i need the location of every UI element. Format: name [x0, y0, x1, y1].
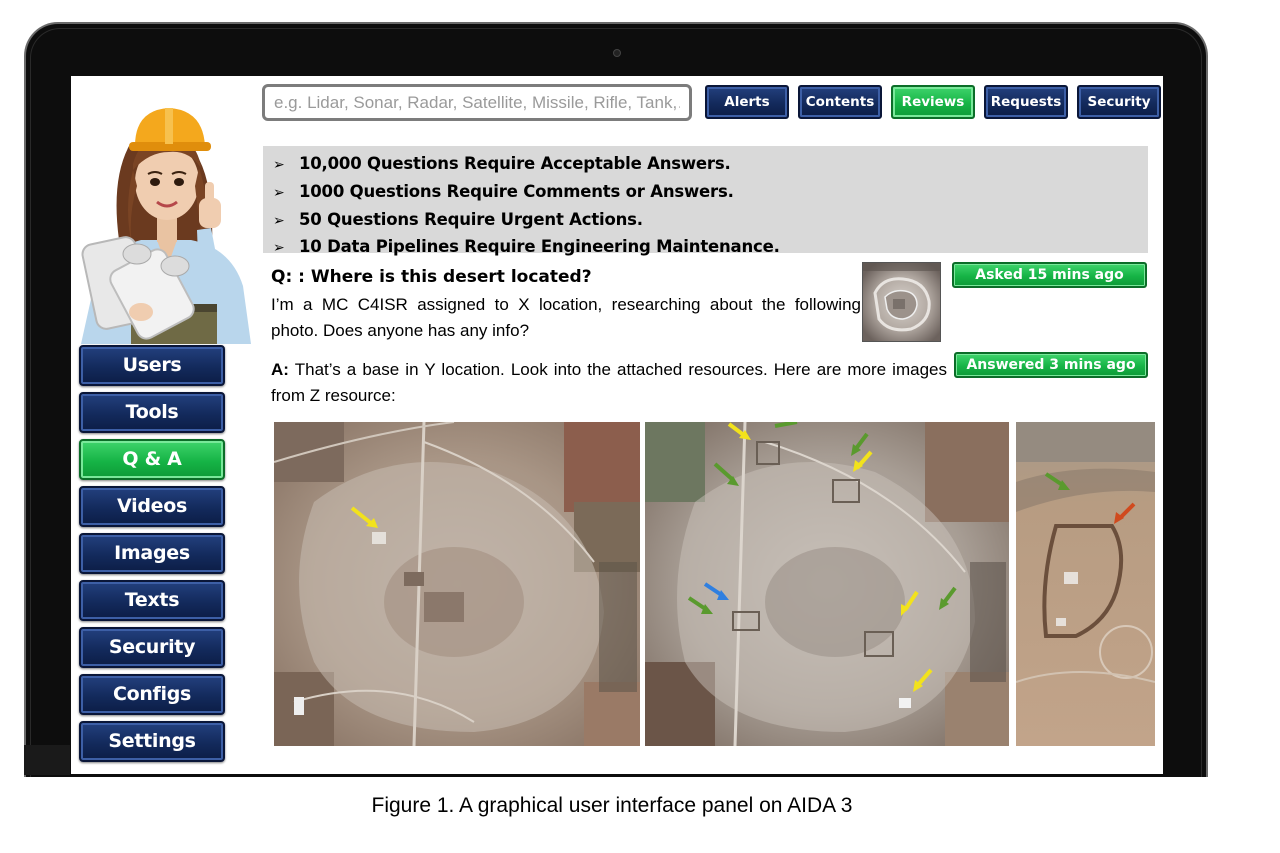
- satellite-image-3[interactable]: [1016, 422, 1155, 746]
- notice-text: 1000 Questions Require Comments or Answe…: [299, 181, 734, 201]
- answer-body: A: That’s a base in Y location. Look int…: [271, 357, 947, 409]
- arrow-bullet-icon: ➢: [273, 240, 285, 257]
- arrow-bullet-icon: ➢: [273, 157, 285, 173]
- answered-status-button[interactable]: Answered 3 mins ago: [954, 352, 1148, 378]
- satellite-photo-icon: [274, 422, 640, 746]
- sidebar-item-users[interactable]: Users: [79, 345, 225, 386]
- answer-label: A:: [271, 360, 289, 379]
- question-title: Q: : Where is this desert located?: [271, 267, 592, 287]
- satellite-image-1[interactable]: [274, 422, 640, 746]
- sidebar-item-videos[interactable]: Videos: [79, 486, 225, 527]
- sidebar-item-settings[interactable]: Settings: [79, 721, 225, 762]
- sidebar-nav: Users Tools Q & A Videos Images Texts Se…: [79, 345, 225, 768]
- tab-reviews[interactable]: Reviews: [891, 85, 975, 119]
- satellite-thumbnail-icon: [863, 263, 940, 341]
- notice-text: 50 Questions Require Urgent Actions.: [299, 209, 643, 229]
- notice-item[interactable]: ➢ 50 Questions Require Urgent Actions.: [273, 207, 1148, 235]
- sidebar-item-configs[interactable]: Configs: [79, 674, 225, 715]
- satellite-photo-icon: [1016, 422, 1155, 746]
- notice-text: 10,000 Questions Require Acceptable Answ…: [299, 154, 731, 173]
- satellite-photo-icon: [645, 422, 1009, 746]
- asked-status-button[interactable]: Asked 15 mins ago: [952, 262, 1147, 288]
- notice-text: 10 Data Pipelines Require Engineering Ma…: [299, 237, 780, 257]
- sidebar-item-tools[interactable]: Tools: [79, 392, 225, 433]
- tab-security[interactable]: Security: [1077, 85, 1161, 119]
- sidebar-item-qa[interactable]: Q & A: [79, 439, 225, 480]
- app-screen: Users Tools Q & A Videos Images Texts Se…: [71, 76, 1163, 774]
- satellite-image-2[interactable]: [645, 422, 1009, 746]
- question-body: I’m a MC C4ISR assigned to X location, r…: [271, 295, 861, 340]
- bezel-corner: [24, 745, 70, 775]
- figure-caption: Figure 1. A graphical user interface pan…: [371, 794, 853, 817]
- arrow-bullet-icon: ➢: [273, 184, 285, 201]
- search-box: [262, 84, 692, 121]
- notice-panel: ➢ 10,000 Questions Require Acceptable Ans…: [263, 146, 1148, 256]
- search-input[interactable]: [265, 87, 689, 118]
- sidebar-item-security[interactable]: Security: [79, 627, 225, 668]
- sidebar-item-texts[interactable]: Texts: [79, 580, 225, 621]
- engineer-avatar-icon: [81, 108, 251, 344]
- answer-text: That’s a base in Y location. Look into t…: [271, 360, 947, 405]
- notice-item[interactable]: ➢ 10,000 Questions Require Acceptable Ans…: [273, 151, 1148, 179]
- top-nav: Alerts Contents Reviews Requests Securit…: [705, 85, 1161, 119]
- sidebar-item-images[interactable]: Images: [79, 533, 225, 574]
- tab-requests[interactable]: Requests: [984, 85, 1068, 119]
- notice-item[interactable]: ➢ 10 Data Pipelines Require Engineering M…: [273, 234, 1148, 262]
- tab-contents[interactable]: Contents: [798, 85, 882, 119]
- camera-icon: [613, 49, 621, 57]
- question-photo[interactable]: [862, 262, 941, 342]
- arrow-bullet-icon: ➢: [273, 212, 285, 229]
- notice-item[interactable]: ➢ 1000 Questions Require Comments or Answ…: [273, 179, 1148, 207]
- tab-alerts[interactable]: Alerts: [705, 85, 789, 119]
